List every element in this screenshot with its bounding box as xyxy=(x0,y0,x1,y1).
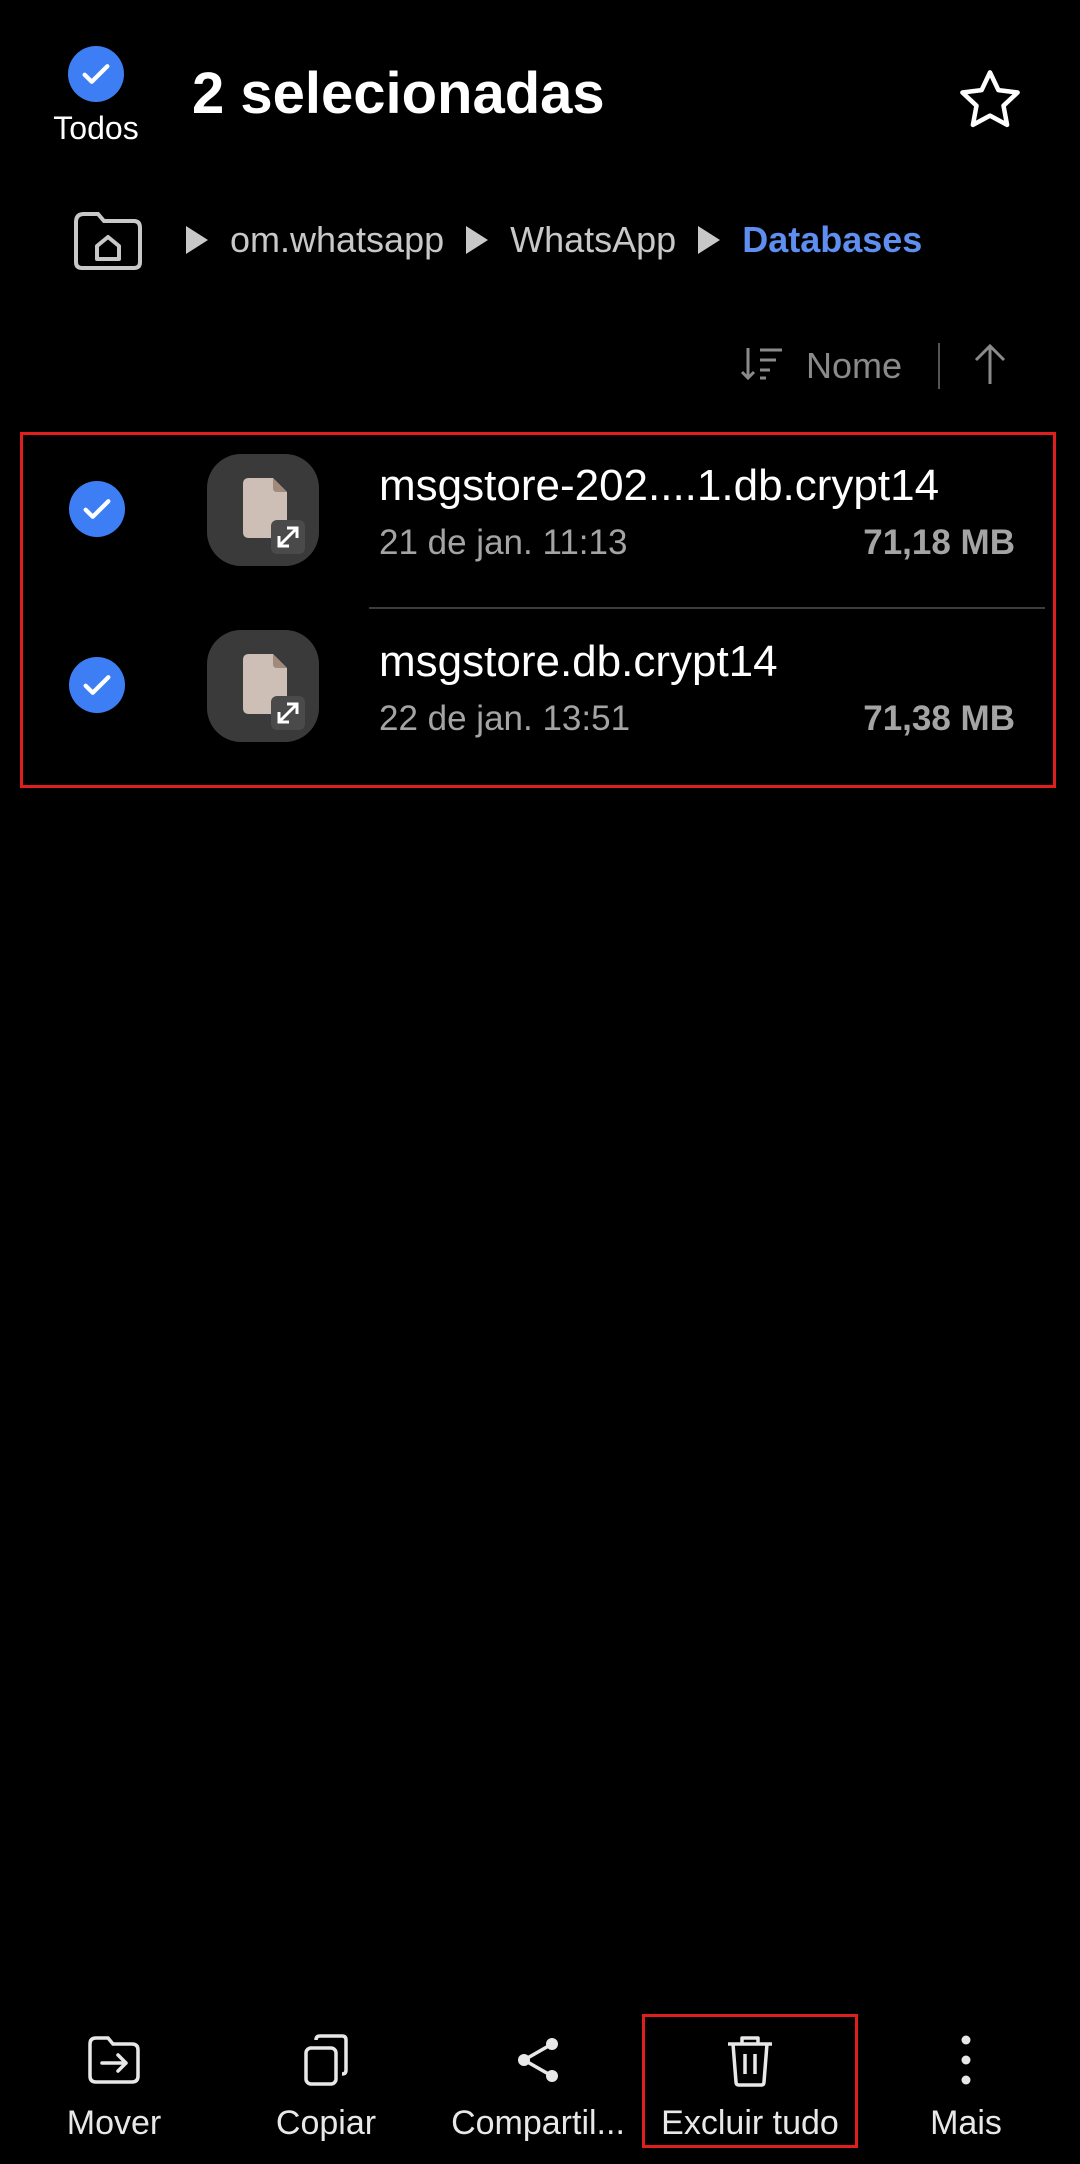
file-list: msgstore-202....1.db.crypt14 21 de jan. … xyxy=(20,432,1056,788)
breadcrumb-current[interactable]: Databases xyxy=(742,219,922,261)
list-item[interactable]: msgstore.db.crypt14 22 de jan. 13:51 71,… xyxy=(23,611,1059,787)
file-date: 21 de jan. 11:13 xyxy=(379,523,628,562)
file-size: 71,38 MB xyxy=(863,699,1015,738)
file-date: 22 de jan. 13:51 xyxy=(379,699,631,738)
file-name: msgstore-202....1.db.crypt14 xyxy=(379,461,940,510)
toolbar-label: Mais xyxy=(930,2104,1002,2142)
sort-divider xyxy=(938,343,941,389)
breadcrumb: om.whatsapp WhatsApp Databases xyxy=(186,212,922,268)
more-button[interactable]: Mais xyxy=(866,2010,1066,2150)
chevron-right-icon xyxy=(466,226,489,254)
select-all-label: Todos xyxy=(53,110,139,146)
selected-check-icon[interactable] xyxy=(69,481,125,537)
breadcrumb-item[interactable]: om.whatsapp xyxy=(230,219,444,261)
home-folder-icon[interactable] xyxy=(72,210,144,272)
sort-label[interactable]: Nome xyxy=(806,345,902,387)
toolbar-label: Mover xyxy=(66,2104,162,2142)
list-item[interactable]: msgstore-202....1.db.crypt14 21 de jan. … xyxy=(23,435,1059,611)
breadcrumb-item[interactable]: WhatsApp xyxy=(510,219,676,261)
toolbar-label: Copiar xyxy=(275,2104,377,2142)
select-all-toggle[interactable]: Todos xyxy=(40,46,152,156)
sort-control: Nome xyxy=(740,336,1010,396)
file-icon xyxy=(207,630,319,742)
select-all-check-icon xyxy=(68,46,124,102)
chevron-right-icon xyxy=(698,226,721,254)
star-icon[interactable] xyxy=(954,64,1026,136)
file-size: 71,18 MB xyxy=(863,523,1015,562)
chevron-right-icon xyxy=(186,226,208,254)
delete-all-highlight xyxy=(642,2014,858,2148)
sort-direction-up-icon[interactable] xyxy=(970,342,1010,391)
toolbar-label: Compartil... xyxy=(451,2104,625,2142)
row-divider xyxy=(369,607,1045,609)
share-button[interactable]: Compartil... xyxy=(438,2010,638,2150)
move-button[interactable]: Mover xyxy=(14,2010,214,2150)
page-title: 2 selecionadas xyxy=(192,61,605,126)
selected-check-icon[interactable] xyxy=(69,657,125,713)
file-name: msgstore.db.crypt14 xyxy=(379,637,778,686)
copy-button[interactable]: Copiar xyxy=(226,2010,426,2150)
move-icon xyxy=(88,2036,140,2084)
share-icon xyxy=(518,2038,558,2082)
file-icon xyxy=(207,454,319,566)
copy-icon xyxy=(304,2034,348,2086)
more-vertical-icon xyxy=(961,2035,971,2085)
bottom-toolbar: Mover Copiar Compartil... Excluir tudo M… xyxy=(0,2010,1080,2164)
sort-by-icon[interactable] xyxy=(740,344,786,389)
